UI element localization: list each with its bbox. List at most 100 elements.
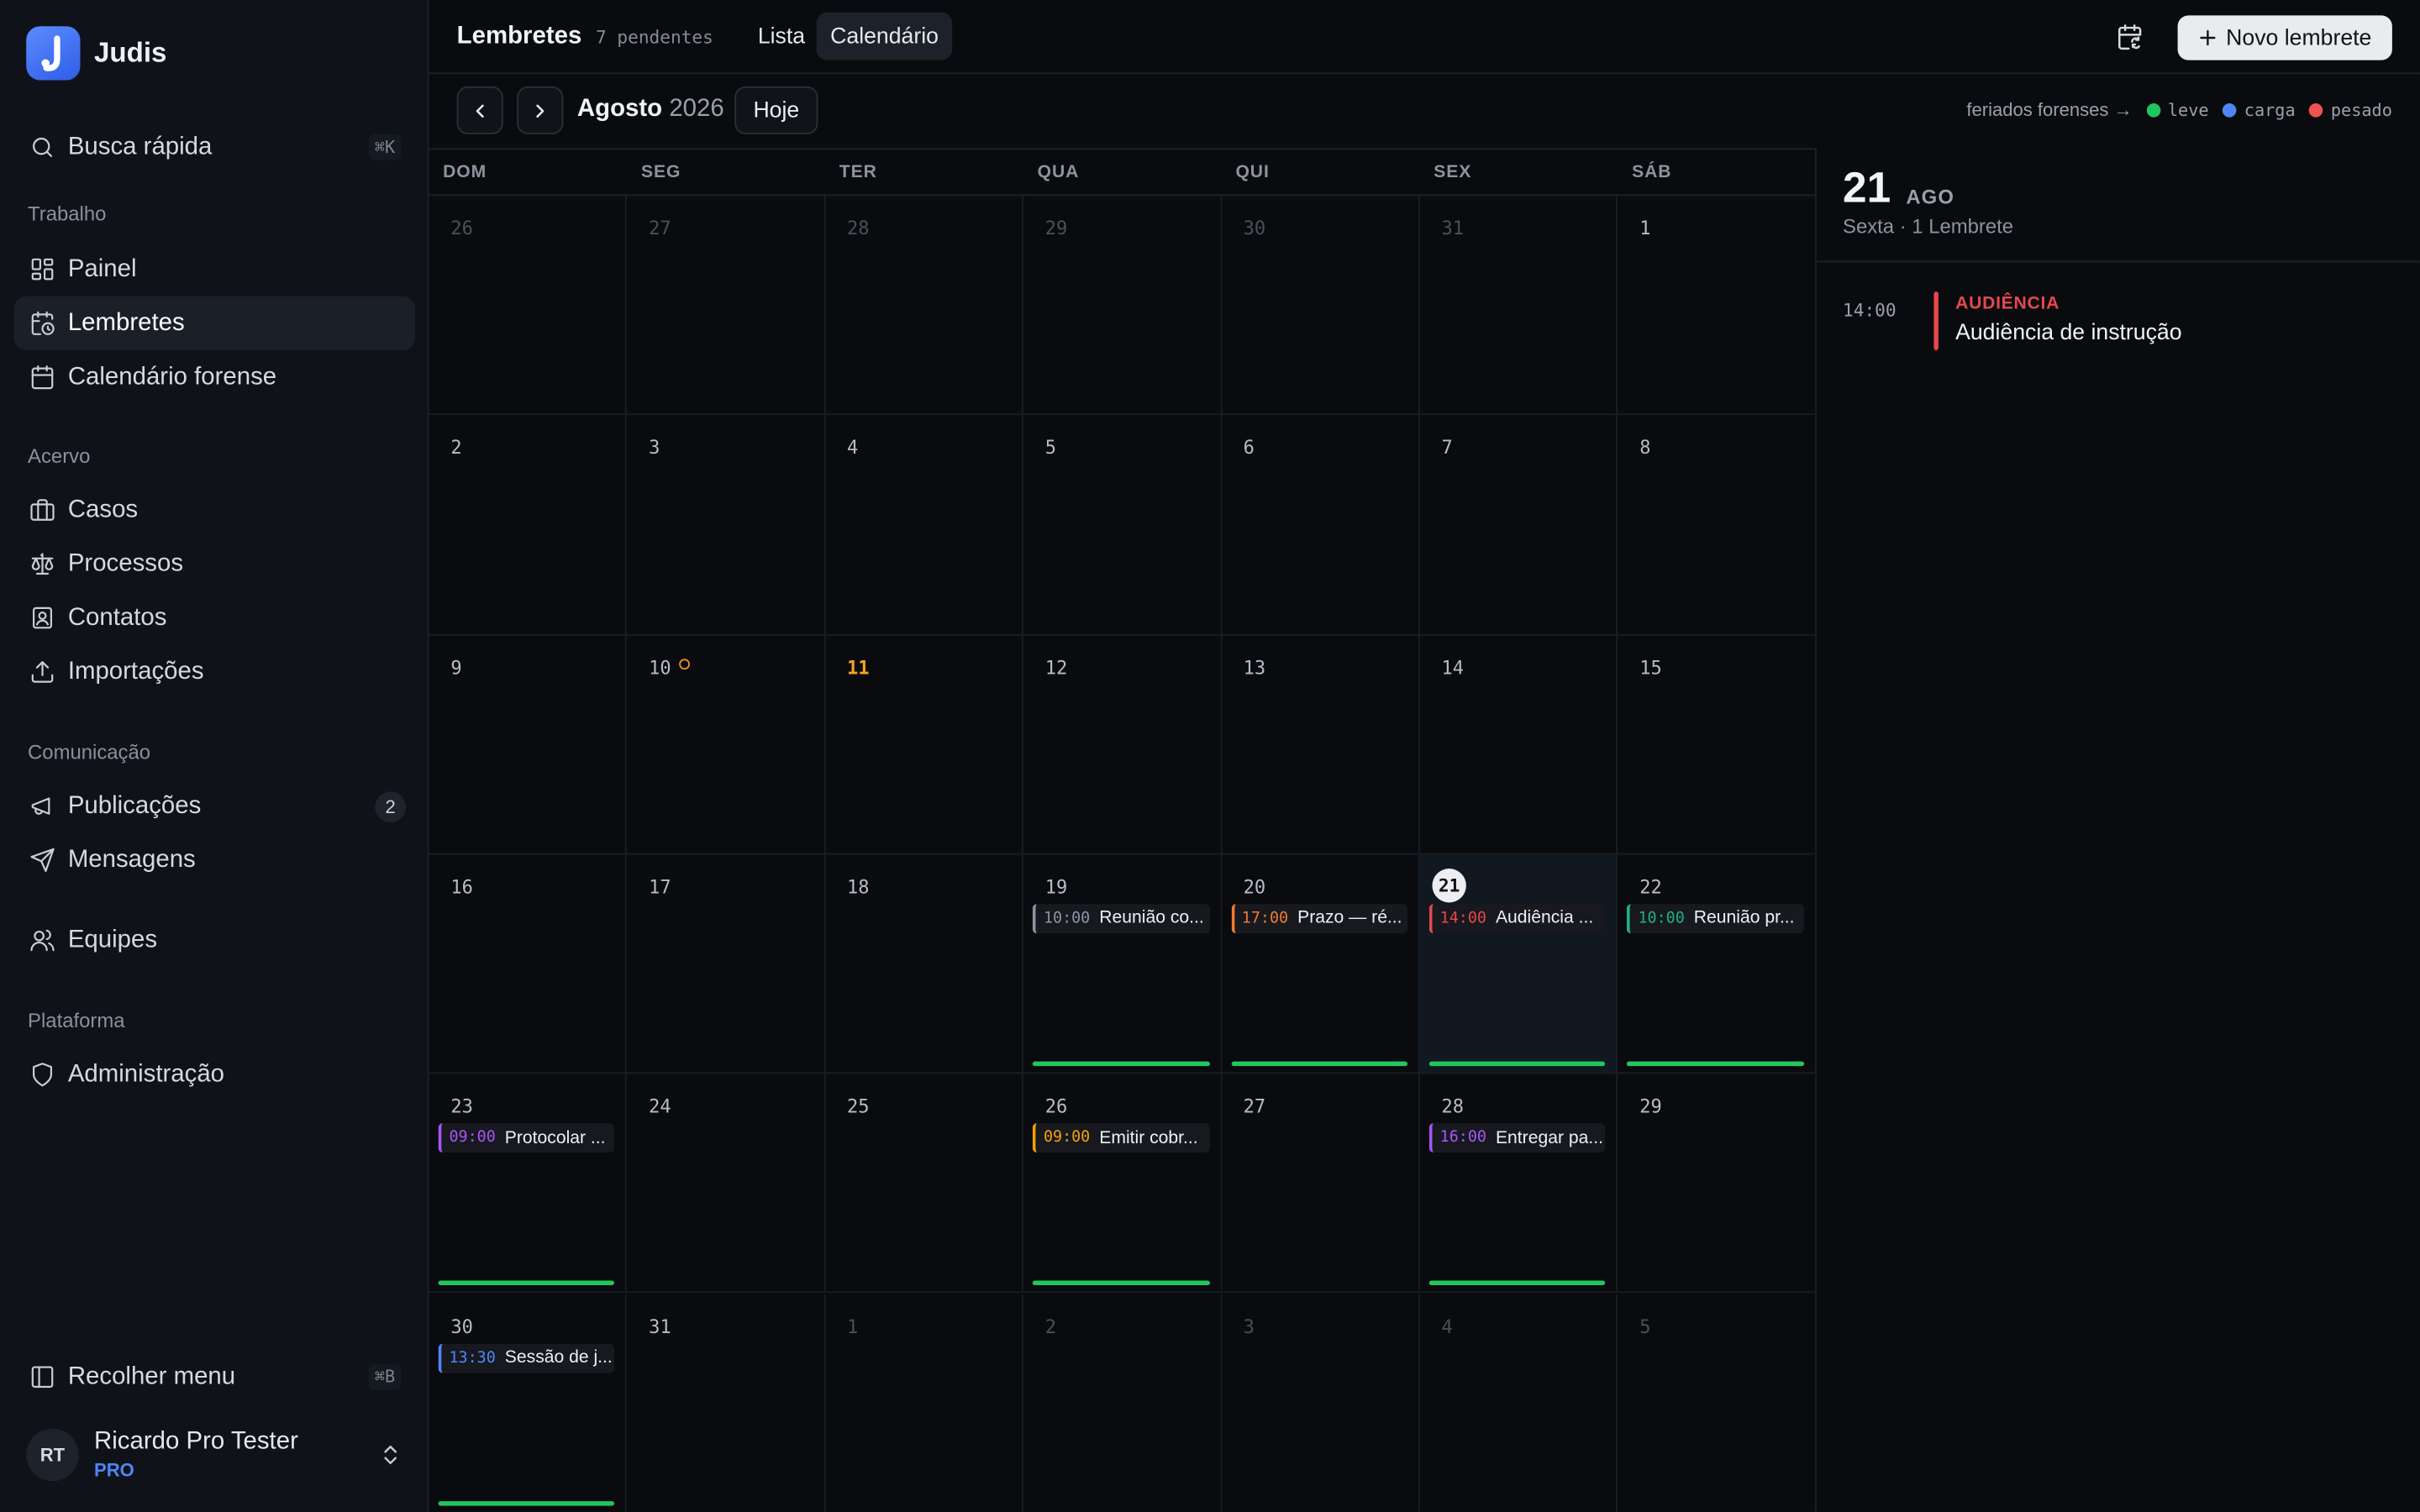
day-number: 29 [1044,217,1068,239]
weekday-label: SEX [1434,163,1472,182]
load-indicator-bar [1230,1061,1408,1067]
day-cell[interactable]: 16 [429,854,628,1074]
day-cell[interactable]: 26 [429,196,628,416]
day-cell[interactable]: 18 [825,854,1024,1074]
reminder-chip[interactable]: 10:00 Reunião co... [1033,904,1210,934]
megaphone-icon [28,792,55,820]
sidebar-item-label: Mensagens [67,846,196,873]
reminder-time: 13:30 [449,1349,496,1367]
sidebar-item-lembretes[interactable]: Lembretes [13,296,416,350]
app-name: Judis [94,37,167,68]
day-cell[interactable]: 11 [825,634,1024,855]
day-cell[interactable]: 23 09:00 Protocolar ... [429,1074,628,1294]
reminder-chip[interactable]: 09:00 Protocolar ... [438,1123,615,1153]
reminder-chip[interactable]: 16:00 Entregar pa... [1428,1123,1606,1153]
holidays-link[interactable]: feriados forenses → [1966,99,2132,121]
day-cell[interactable]: 28 [825,196,1024,416]
reminder-chip[interactable]: 13:30 Sessão de j... [438,1342,615,1373]
sidebar-item-importacoes[interactable]: Importações [14,645,416,699]
user-name: Ricardo Pro Tester [94,1428,298,1456]
day-cell[interactable]: 19 10:00 Reunião co... [1023,854,1222,1074]
sidebar-item-administracao[interactable]: Administração [14,1047,416,1101]
day-cell[interactable]: 12 [1023,634,1222,855]
sidebar-item-processos[interactable]: Processos [14,537,416,591]
day-cell[interactable]: 5 [1023,415,1222,635]
day-cell[interactable]: 24 [627,1074,826,1294]
prev-month-button[interactable] [456,86,503,134]
day-cell[interactable]: 7 [1419,415,1618,635]
day-cell[interactable]: 26 09:00 Emitir cobr... [1023,1074,1222,1294]
day-cell[interactable]: 21 14:00 Audiência ... [1419,854,1618,1074]
day-number: 16 [450,876,473,898]
day-cell[interactable]: 29 [1618,1074,1817,1294]
day-cell[interactable]: 1 [1618,196,1817,416]
day-cell[interactable]: 3 [1221,1294,1420,1512]
reminder-time: 09:00 [1043,1129,1091,1147]
day-cell[interactable]: 27 [1221,1074,1420,1294]
detail-event-title: Audiência de instrução [1955,321,2182,346]
tab-calendario[interactable]: Calendário [816,12,953,60]
day-cell[interactable]: 15 [1618,634,1817,855]
collapse-menu-label: Recolher menu [67,1362,236,1389]
collapse-menu-button[interactable]: Recolher menu ⌘B [14,1350,416,1404]
day-cell[interactable]: 6 [1221,415,1420,635]
brand[interactable]: Judis [26,26,167,81]
legend-dot [2223,102,2237,117]
shield-icon [28,1061,55,1089]
sidebar-item-contatos[interactable]: Contatos [14,591,416,644]
sidebar-item-equipes[interactable]: Equipes [14,913,416,967]
reminder-chip[interactable]: 09:00 Emitir cobr... [1033,1123,1210,1153]
today-button[interactable]: Hoje [734,86,818,134]
day-cell[interactable]: 1 [825,1294,1024,1512]
legend-dot [2146,102,2160,117]
day-number: 30 [1243,217,1266,239]
sidebar-item-casos[interactable]: Casos [14,483,416,537]
quick-search-button[interactable]: Busca rápida ⌘K [14,120,416,174]
day-cell[interactable]: 10 [627,634,826,855]
day-number: 19 [1044,876,1068,898]
day-cell[interactable]: 27 [627,196,826,416]
day-cell[interactable]: 29 [1023,196,1222,416]
day-cell[interactable]: 17 [627,854,826,1074]
day-cell[interactable]: 2 [429,415,628,635]
day-cell[interactable]: 3 [627,415,826,635]
day-number: 20 [1243,876,1266,898]
day-cell[interactable]: 8 [1618,415,1817,635]
day-cell[interactable]: 28 16:00 Entregar pa... [1419,1074,1618,1294]
user-menu[interactable]: RT Ricardo Pro Tester PRO [26,1428,412,1482]
sidebar-item-calendario-forense[interactable]: Calendário forense [14,350,416,404]
legend-label: leve [2167,99,2209,120]
sidebar-item-label: Processos [67,549,184,577]
reminder-chip[interactable]: 10:00 Reunião pr... [1627,904,1804,934]
day-cell[interactable]: 31 [1419,196,1618,416]
day-cell[interactable]: 5 [1618,1294,1817,1512]
day-cell[interactable]: 4 [1419,1294,1618,1512]
next-month-button[interactable] [517,86,564,134]
day-cell[interactable]: 13 [1221,634,1420,855]
new-reminder-button[interactable]: Novo lembrete [2177,15,2392,60]
day-cell[interactable]: 14 [1419,634,1618,855]
search-icon [28,134,55,161]
day-cell[interactable]: 22 10:00 Reunião pr... [1618,854,1817,1074]
day-cell[interactable]: 30 13:30 Sessão de j... [429,1294,628,1512]
reminder-chip[interactable]: 14:00 Audiência ... [1428,904,1606,934]
day-number: 13 [1243,656,1266,679]
day-cell[interactable]: 2 [1023,1294,1222,1512]
section-comunicacao: Comunicação [28,740,151,764]
day-cell[interactable]: 4 [825,415,1024,635]
day-cell[interactable]: 31 [627,1294,826,1512]
day-number: 7 [1441,437,1453,459]
sidebar-item-publicacoes[interactable]: Publicações 2 [14,780,416,833]
sidebar-item-painel[interactable]: Painel [14,242,416,296]
load-indicator-bar [1033,1061,1210,1067]
detail-month: AGO [1906,185,1955,208]
reminder-chip[interactable]: 17:00 Prazo — ré... [1230,904,1408,934]
day-cell[interactable]: 30 [1221,196,1420,416]
sidebar-item-mensagens[interactable]: Mensagens [14,833,416,887]
calendar-sync-icon[interactable] [2112,18,2149,55]
day-cell[interactable]: 25 [825,1074,1024,1294]
tab-lista[interactable]: Lista [744,13,818,60]
chevron-left-icon [476,103,484,118]
day-cell[interactable]: 20 17:00 Prazo — ré... [1221,854,1420,1074]
day-cell[interactable]: 9 [429,634,628,855]
